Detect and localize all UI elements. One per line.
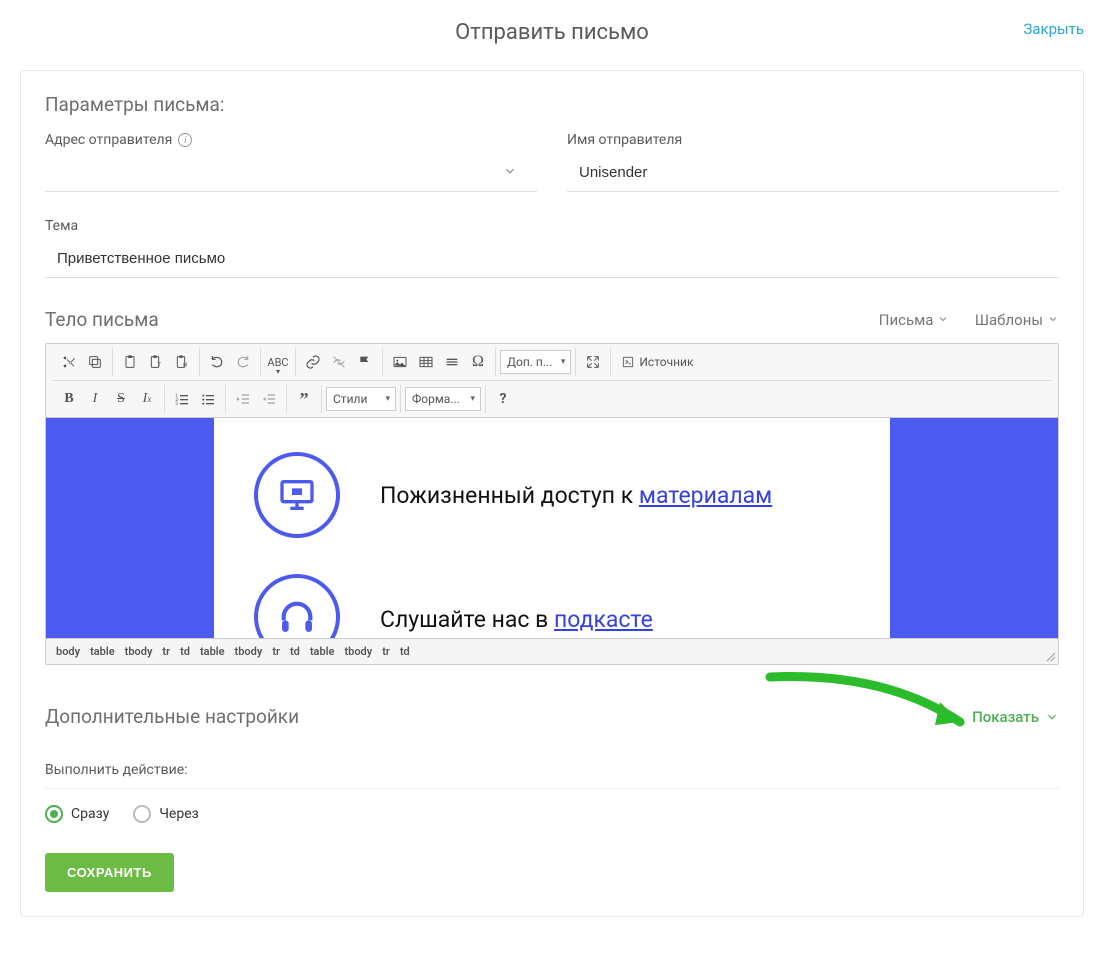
path-item[interactable]: tr: [272, 645, 280, 658]
preview-right-bar: [890, 418, 1058, 638]
preview-line-2-text: Слушайте нас в: [380, 606, 554, 633]
info-icon[interactable]: i: [178, 133, 192, 147]
preview-center: Пожизненный доступ к материалам Слушайте…: [214, 418, 890, 638]
body-title: Тело письма: [45, 308, 159, 331]
rich-text-editor: T W ABC▾ Ω: [45, 343, 1059, 665]
modal-title: Отправить письмо: [455, 20, 649, 45]
radio-dot-checked-icon: [45, 805, 63, 823]
flag-icon[interactable]: [352, 350, 378, 374]
path-item[interactable]: tbody: [125, 645, 153, 658]
spellcheck-icon[interactable]: ABC▾: [265, 350, 291, 374]
annotation-arrow-icon: [765, 667, 985, 747]
preview-left-bar: [46, 418, 214, 638]
sender-address-input[interactable]: [45, 154, 537, 192]
headphones-icon: [254, 574, 340, 638]
ordered-list-icon[interactable]: 123: [169, 387, 195, 411]
format-select[interactable]: Форма...: [405, 387, 481, 411]
params-title: Параметры письма:: [45, 93, 1059, 116]
modal-header: Отправить письмо Закрыть: [20, 20, 1084, 45]
subject-label: Тема: [45, 218, 1059, 234]
sender-address-label-text: Адрес отправителя: [45, 132, 172, 148]
preview-line-2-link[interactable]: подкасте: [554, 606, 653, 633]
editor-content[interactable]: Пожизненный доступ к материалам Слушайте…: [46, 418, 1058, 638]
unordered-list-icon[interactable]: [195, 387, 221, 411]
show-toggle[interactable]: Показать: [972, 708, 1059, 726]
hr-icon[interactable]: [439, 350, 465, 374]
clear-format-icon[interactable]: Ix: [134, 387, 160, 411]
sender-name-label: Имя отправителя: [567, 132, 1059, 148]
radio-dot-unchecked-icon: [133, 805, 151, 823]
sender-name-input[interactable]: [567, 154, 1059, 192]
editor-toolbar: T W ABC▾ Ω: [46, 344, 1058, 418]
redo-icon[interactable]: [230, 350, 256, 374]
undo-icon[interactable]: [204, 350, 230, 374]
panel: Параметры письма: Адрес отправителя i Им…: [20, 70, 1084, 917]
image-icon[interactable]: [387, 350, 413, 374]
sender-address-label: Адрес отправителя i: [45, 132, 537, 148]
italic-icon[interactable]: I: [82, 387, 108, 411]
preview-line-1: Пожизненный доступ к материалам: [380, 482, 772, 509]
paste-word-icon[interactable]: W: [169, 350, 195, 374]
svg-text:T: T: [157, 362, 161, 369]
subject-input[interactable]: [45, 240, 1059, 278]
path-item[interactable]: body: [56, 645, 80, 658]
source-button-label: Источник: [639, 355, 693, 369]
path-item[interactable]: td: [290, 645, 300, 658]
special-char-icon[interactable]: Ω: [465, 350, 491, 374]
maximize-icon[interactable]: [580, 350, 606, 374]
resize-grip-icon[interactable]: [1044, 650, 1056, 662]
chevron-down-icon: [937, 311, 949, 329]
path-item[interactable]: table: [90, 645, 115, 658]
path-item[interactable]: td: [400, 645, 410, 658]
radio-after-label: Через: [159, 806, 198, 822]
indent-icon[interactable]: [256, 387, 282, 411]
table-icon[interactable]: [413, 350, 439, 374]
close-link[interactable]: Закрыть: [1023, 20, 1084, 38]
radio-after[interactable]: Через: [133, 805, 198, 823]
source-button[interactable]: Источник: [615, 350, 699, 374]
show-toggle-label: Показать: [972, 708, 1039, 726]
bold-icon[interactable]: B: [56, 387, 82, 411]
outdent-icon[interactable]: [230, 387, 256, 411]
paste-text-icon[interactable]: T: [143, 350, 169, 374]
chevron-down-icon: [1047, 311, 1059, 329]
preview-line-1-link[interactable]: материалам: [639, 482, 772, 509]
letters-dropdown[interactable]: Письма: [879, 311, 950, 329]
path-item[interactable]: tbody: [344, 645, 372, 658]
action-label: Выполнить действие:: [45, 762, 1059, 789]
strike-icon[interactable]: S: [108, 387, 134, 411]
path-item[interactable]: tr: [162, 645, 170, 658]
link-icon[interactable]: [300, 350, 326, 374]
elements-path: body table tbody tr td table tbody tr td…: [46, 638, 1058, 664]
path-item[interactable]: tbody: [235, 645, 263, 658]
monitor-icon: [254, 452, 340, 538]
quote-icon[interactable]: ”: [291, 387, 317, 411]
path-item[interactable]: table: [310, 645, 335, 658]
paste-icon[interactable]: [117, 350, 143, 374]
save-button[interactable]: СОХРАНИТЬ: [45, 853, 174, 892]
additional-select[interactable]: Доп. п...: [500, 350, 571, 374]
sender-address-select[interactable]: [45, 154, 537, 192]
styles-select[interactable]: Стили: [326, 387, 396, 411]
radio-now[interactable]: Сразу: [45, 805, 109, 823]
templates-dropdown-label: Шаблоны: [975, 311, 1043, 329]
help-icon[interactable]: ?: [490, 387, 516, 411]
letters-dropdown-label: Письма: [879, 311, 934, 329]
additional-settings-row: Дополнительные настройки Показать: [45, 705, 1059, 728]
svg-text:3: 3: [175, 401, 178, 407]
radio-now-label: Сразу: [71, 806, 109, 822]
svg-text:W: W: [183, 363, 188, 369]
copy-icon[interactable]: [82, 350, 108, 374]
preview-line-2: Слушайте нас в подкасте: [380, 606, 653, 633]
path-item[interactable]: td: [180, 645, 190, 658]
path-item[interactable]: tr: [382, 645, 390, 658]
cut-icon[interactable]: [56, 350, 82, 374]
preview-line-1-text: Пожизненный доступ к: [380, 482, 639, 509]
templates-dropdown[interactable]: Шаблоны: [975, 311, 1059, 329]
additional-settings-title: Дополнительные настройки: [45, 705, 299, 728]
path-item[interactable]: table: [200, 645, 225, 658]
unlink-icon[interactable]: [326, 350, 352, 374]
